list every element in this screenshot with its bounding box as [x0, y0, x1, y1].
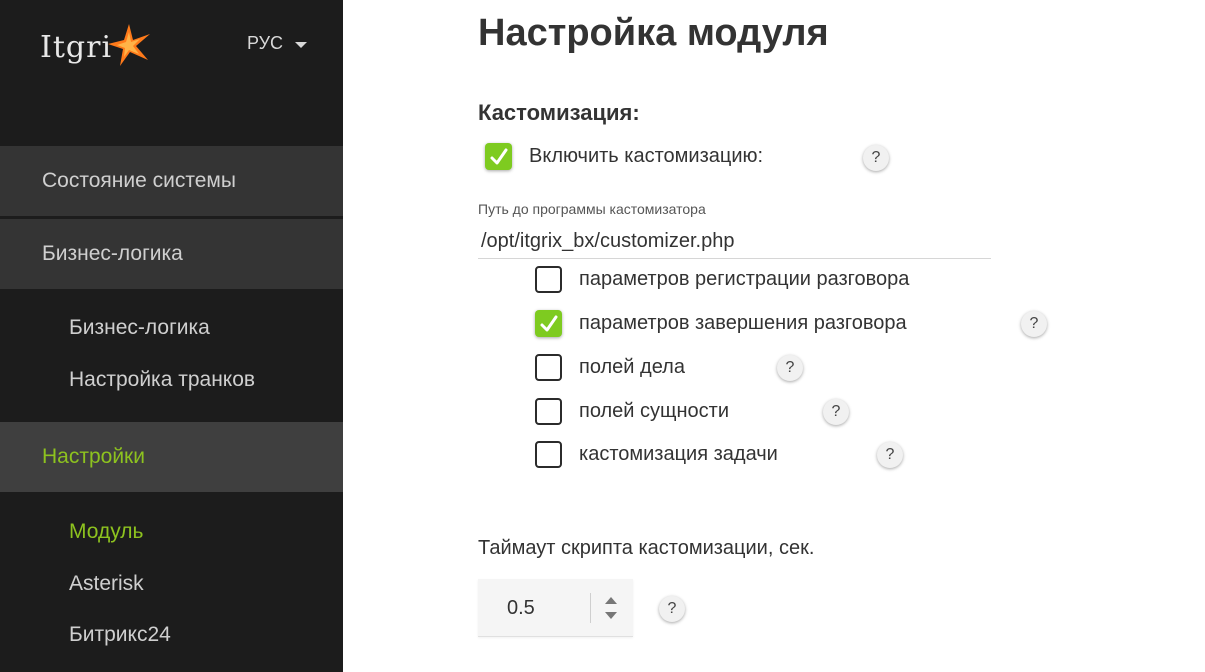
help-icon[interactable]: ? [863, 145, 889, 171]
page-title: Настройка модуля [478, 12, 829, 54]
call-completion-checkbox[interactable] [535, 310, 562, 337]
checkmark-icon [490, 148, 507, 164]
timeout-label: Таймаут скрипта кастомизации, сек. [478, 537, 815, 559]
timeout-stepper [478, 579, 633, 637]
nav-item-trunk-settings[interactable]: Настройка транков [69, 368, 255, 392]
activity-fields-checkbox[interactable] [535, 354, 562, 381]
timeout-input[interactable] [478, 579, 590, 637]
chevron-down-icon [295, 41, 308, 48]
enable-customization-row: Включить кастомизацию: [485, 143, 763, 170]
language-label: РУС [247, 33, 284, 53]
main-content: Настройка модуля Кастомизация: Включить … [478, 0, 1205, 672]
itgrix-logo[interactable]: Itgri [40, 22, 158, 72]
help-icon[interactable]: ? [877, 442, 903, 468]
section-title: Кастомизация: [478, 100, 640, 125]
help-icon[interactable]: ? [777, 355, 803, 381]
call-registration-checkbox[interactable] [535, 266, 562, 293]
decrement-arrow-icon[interactable] [605, 612, 617, 619]
option-label: полей сущности [579, 400, 729, 422]
enable-customization-checkbox[interactable] [485, 143, 512, 170]
option-label: параметров регистрации разговора [579, 268, 910, 290]
path-field-label: Путь до программы кастомизатора [478, 201, 706, 217]
nav-section-label: Бизнес-логика [42, 242, 183, 265]
nav-item-bitrix24[interactable]: Битрикс24 [69, 623, 171, 647]
nav-item-asterisk[interactable]: Asterisk [69, 572, 144, 596]
logo-star-icon [108, 24, 151, 66]
nav-item-module[interactable]: Модуль [69, 520, 143, 544]
nav-section-label: Настройки [42, 445, 145, 468]
task-customization-checkbox[interactable] [535, 441, 562, 468]
help-icon[interactable]: ? [659, 596, 685, 622]
nav-section-label: Состояние системы [42, 169, 236, 192]
option-row-task-customization: кастомизация задачи [535, 441, 778, 468]
nav-section-settings[interactable]: Настройки [0, 422, 343, 492]
option-row-activity-fields: полей дела [535, 354, 685, 381]
enable-customization-label: Включить кастомизацию: [529, 145, 764, 167]
checkmark-icon [540, 315, 557, 331]
option-row-entity-fields: полей сущности [535, 398, 729, 425]
nav-section-system-status[interactable]: Состояние системы [0, 146, 343, 216]
customizer-path-input[interactable] [478, 224, 991, 259]
stepper-divider [590, 593, 591, 623]
help-icon[interactable]: ? [823, 399, 849, 425]
nav-item-business-logic[interactable]: Бизнес-логика [69, 316, 210, 340]
entity-fields-checkbox[interactable] [535, 398, 562, 425]
increment-arrow-icon[interactable] [605, 597, 617, 604]
option-label: кастомизация задачи [579, 443, 778, 465]
sidebar: Itgri РУС Состояние системы Бизнес-логик… [0, 0, 343, 672]
logo-text: Itgri [40, 29, 113, 65]
language-selector[interactable]: РУС [247, 33, 308, 54]
option-label: параметров завершения разговора [579, 312, 907, 334]
option-row-call-completion: параметров завершения разговора [535, 310, 907, 337]
option-row-call-registration: параметров регистрации разговора [535, 266, 909, 293]
option-label: полей дела [579, 356, 685, 378]
help-icon[interactable]: ? [1021, 311, 1047, 337]
nav-section-business-logic[interactable]: Бизнес-логика [0, 219, 343, 289]
